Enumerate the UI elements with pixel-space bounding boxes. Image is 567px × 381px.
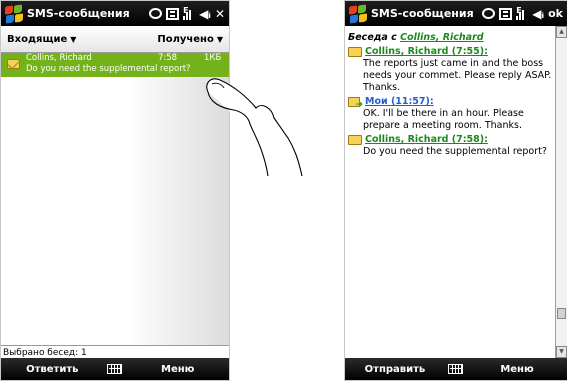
list-header: Входящие ▼ Получено ▼: [1, 26, 229, 53]
input-panel-button[interactable]: [104, 363, 127, 375]
conversation-prefix: Беседа с: [348, 32, 401, 43]
softkey-bar: Отправить Меню: [345, 358, 567, 380]
keyboard-icon: [107, 363, 123, 374]
message-body: OK. I'll be there in an hour. Please pre…: [363, 108, 524, 131]
message-bubble-icon[interactable]: [482, 8, 496, 19]
sent-message-icon: [348, 96, 363, 111]
conversation-thread: Беседа с Collins, Richard Collins, Richa…: [345, 26, 555, 358]
inbox-icon[interactable]: [499, 7, 513, 20]
title-bar: SMS-сообщения E ◀ᵢ ✕: [1, 1, 229, 26]
close-icon[interactable]: ✕: [215, 7, 225, 21]
sender-label: Collins, Richard (7:55):: [365, 46, 488, 57]
sort-dropdown[interactable]: Получено ▼: [157, 34, 223, 45]
scroll-thumb[interactable]: [557, 308, 566, 319]
start-menu-icon[interactable]: [348, 3, 368, 24]
speaker-icon[interactable]: ◀ᵢ: [199, 7, 211, 21]
inbox-screen: SMS-сообщения E ◀ᵢ ✕ Входящие ▼ Получено ▼…: [0, 0, 230, 381]
signal-edge-icon[interactable]: E: [516, 6, 528, 20]
message-preview: Do you need the supplemental report?: [26, 64, 191, 74]
menu-softkey[interactable]: Меню: [467, 364, 567, 375]
input-panel-button[interactable]: [445, 363, 467, 375]
signal-edge-icon[interactable]: E: [183, 6, 195, 20]
conversation-screen: SMS-сообщения E ◀ᵢ ok Беседа с Collins, …: [344, 0, 567, 381]
menu-softkey[interactable]: Меню: [126, 364, 229, 375]
sender-label: Collins, Richard (7:58):: [365, 134, 488, 145]
scroll-up-arrow-icon[interactable]: ▲: [556, 26, 567, 38]
message-sender-link[interactable]: Collins, Richard (7:58):: [348, 134, 551, 146]
envelope-icon: [7, 59, 20, 69]
message-sender: Collins, Richard: [26, 53, 92, 63]
message-row-selected[interactable]: Collins, Richard 7:58 1КБ Do you need th…: [1, 53, 229, 77]
message-bubble-icon[interactable]: [149, 8, 163, 19]
speaker-icon[interactable]: ◀ᵢ: [532, 7, 544, 21]
title-bar: SMS-сообщения E ◀ᵢ ok: [345, 1, 567, 26]
message-body: Do you need the supplemental report?: [363, 146, 547, 157]
envelope-icon: [348, 47, 362, 57]
softkey-bar: Ответить Меню: [1, 358, 229, 380]
folder-label: Входящие: [7, 33, 68, 45]
reply-softkey[interactable]: Ответить: [1, 364, 104, 375]
message-sender-link[interactable]: Мои (11:57):: [348, 96, 551, 111]
message-size: 1КБ: [204, 53, 222, 63]
message-sender-link[interactable]: Collins, Richard (7:55):: [348, 46, 551, 58]
message-list-area: [1, 77, 229, 345]
chevron-down-icon: ▼: [70, 34, 77, 44]
app-title: SMS-сообщения: [371, 7, 474, 20]
chevron-down-icon: ▼: [216, 34, 223, 44]
contact-link[interactable]: Collins, Richard: [400, 32, 483, 43]
app-title: SMS-сообщения: [27, 7, 130, 20]
inbox-icon[interactable]: [166, 7, 180, 20]
sender-label: Мои (11:57):: [365, 96, 434, 107]
folder-dropdown[interactable]: Входящие ▼: [7, 34, 76, 45]
start-menu-icon[interactable]: [4, 3, 24, 24]
sort-label: Получено: [157, 33, 214, 45]
send-softkey[interactable]: Отправить: [345, 364, 445, 375]
keyboard-icon: [448, 363, 464, 374]
scroll-down-arrow-icon[interactable]: ▼: [556, 346, 567, 358]
ok-button[interactable]: ok: [548, 7, 563, 20]
vertical-scrollbar[interactable]: ▲ ▼: [555, 26, 567, 358]
message-body: The reports just came in and the boss ne…: [363, 58, 552, 93]
conversation-heading: Беседа с Collins, Richard: [348, 32, 551, 44]
envelope-icon: [348, 135, 362, 145]
message-time: 7:58: [158, 53, 178, 63]
